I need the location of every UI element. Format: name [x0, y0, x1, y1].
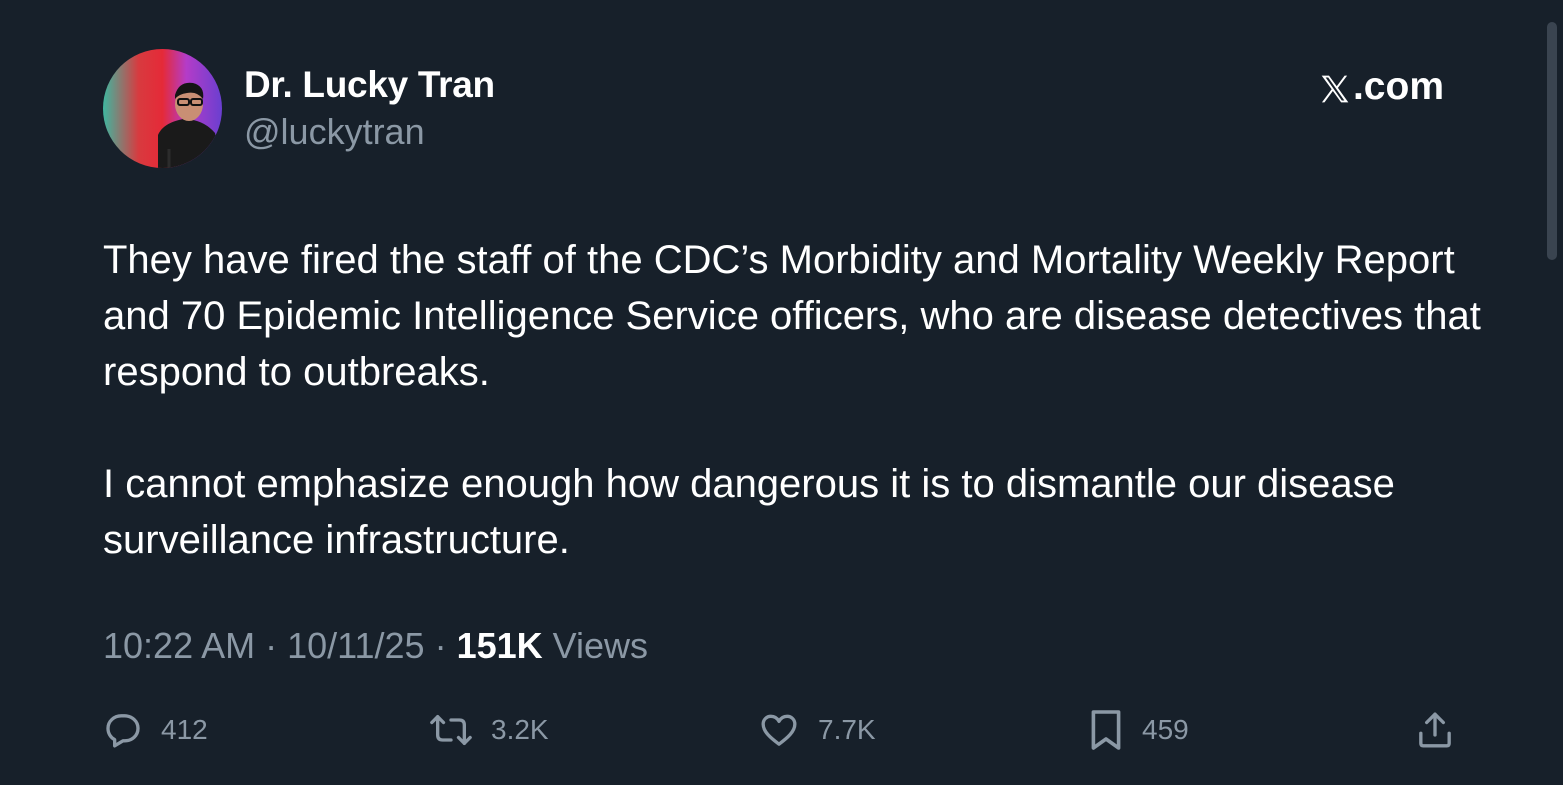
- repost-button[interactable]: 3.2K: [429, 705, 549, 755]
- meta-separator: ·: [424, 625, 457, 666]
- tweet-text: They have fired the staff of the CDC’s M…: [103, 232, 1483, 624]
- like-icon: [758, 710, 800, 750]
- x-brand[interactable]: .com: [1319, 65, 1444, 109]
- bookmark-button[interactable]: 459: [1088, 705, 1189, 755]
- brand-domain: .com: [1352, 65, 1444, 108]
- like-button[interactable]: 7.7K: [758, 705, 876, 755]
- avatar[interactable]: [103, 49, 222, 168]
- scrollbar[interactable]: [1547, 22, 1557, 260]
- meta-separator: ·: [255, 625, 288, 666]
- author-handle[interactable]: @luckytran: [244, 111, 425, 153]
- like-count: 7.7K: [818, 714, 876, 745]
- repost-count: 3.2K: [491, 714, 549, 745]
- tweet-paragraph: I cannot emphasize enough how dangerous …: [103, 462, 1395, 562]
- tweet-card: Dr. Lucky Tran @luckytran .com They have…: [0, 0, 1563, 785]
- share-button[interactable]: [1415, 705, 1455, 755]
- bookmark-count: 459: [1142, 714, 1189, 745]
- x-logo-icon: [1319, 71, 1351, 103]
- avatar-person-icon: [158, 82, 222, 168]
- share-icon: [1415, 709, 1455, 751]
- tweet-meta: 10:22 AM · 10/11/25 · 151K Views: [103, 625, 648, 667]
- author-display-name[interactable]: Dr. Lucky Tran: [244, 64, 495, 106]
- tweet-paragraph: They have fired the staff of the CDC’s M…: [103, 238, 1481, 394]
- tweet-time[interactable]: 10:22 AM: [103, 625, 255, 666]
- bookmark-icon: [1088, 708, 1124, 752]
- reply-count: 412: [161, 714, 208, 745]
- reply-button[interactable]: 412: [103, 705, 208, 755]
- views-count: 151K: [456, 625, 543, 666]
- tweet-date[interactable]: 10/11/25: [287, 625, 424, 666]
- action-bar: 412 3.2K 7.7K 459: [103, 705, 1463, 755]
- reply-icon: [103, 710, 143, 750]
- repost-icon: [429, 710, 473, 750]
- views-label: Views: [542, 625, 649, 666]
